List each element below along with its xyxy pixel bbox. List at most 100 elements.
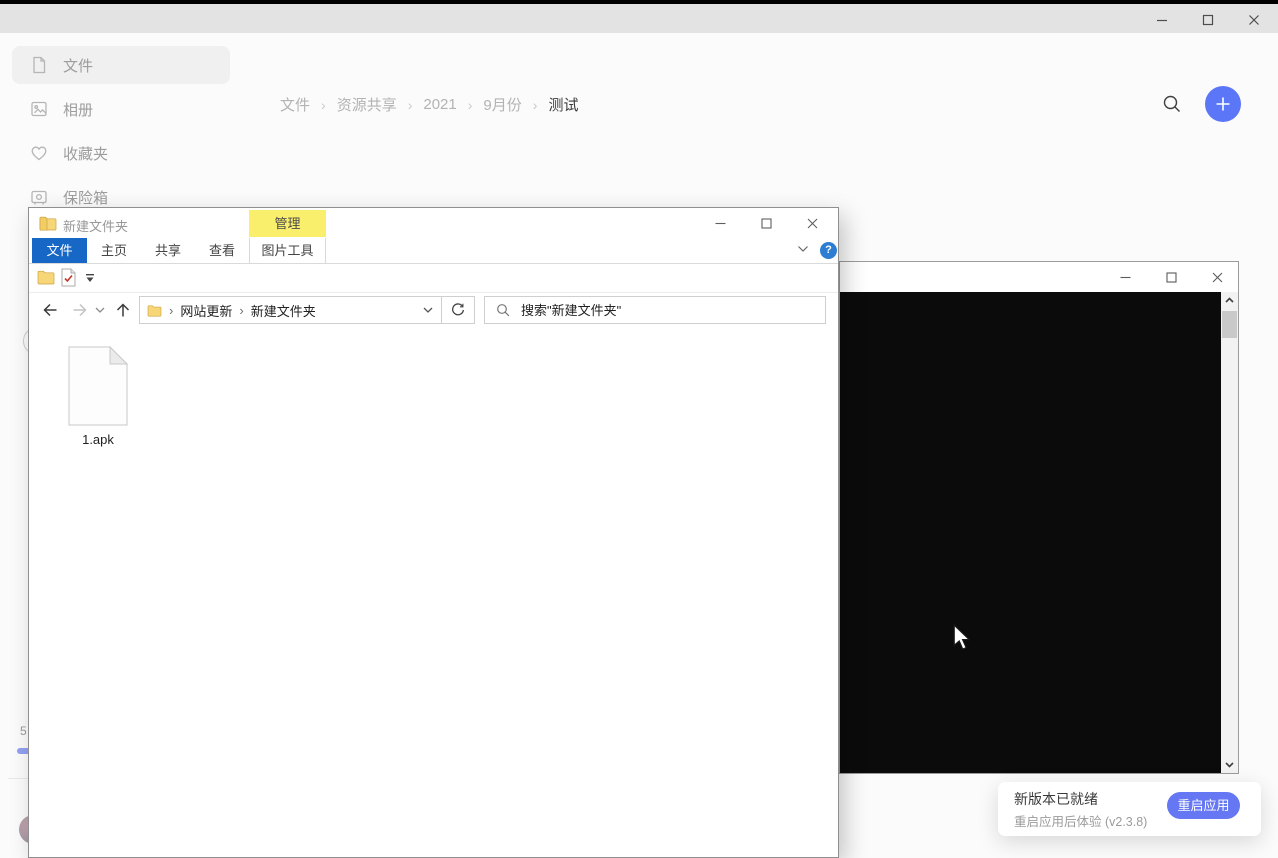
explorer-search-box[interactable] — [484, 296, 826, 324]
breadcrumb: 文件 › 资源共享 › 2021 › 9月份 › 测试 — [280, 94, 578, 115]
tab-view[interactable]: 查看 — [195, 238, 249, 263]
qat-customize-button[interactable] — [85, 274, 95, 283]
breadcrumb-separator: › — [408, 97, 413, 113]
address-separator: › — [169, 303, 173, 318]
tab-file[interactable]: 文件 — [32, 238, 87, 263]
minimize-icon — [1156, 14, 1168, 26]
up-icon — [115, 302, 131, 318]
forward-button[interactable] — [72, 302, 88, 318]
maximize-icon — [761, 218, 772, 229]
breadcrumb-item[interactable]: 9月份 — [483, 94, 521, 115]
file-name: 1.apk — [82, 432, 114, 447]
folder-icon — [37, 269, 55, 285]
help-button[interactable]: ? — [820, 242, 837, 259]
maximize-icon — [1202, 14, 1214, 26]
recent-locations-button[interactable] — [95, 307, 111, 323]
explorer-window-title: 新建文件夹 — [63, 216, 128, 235]
back-button[interactable] — [42, 302, 58, 318]
update-toast: 新版本已就绪 重启应用后体验 (v2.3.8) 重启应用 — [998, 782, 1261, 836]
sidebar-item-favorites[interactable]: 收藏夹 — [12, 134, 230, 172]
document-check-icon — [61, 268, 76, 287]
app-minimize-button[interactable] — [1152, 12, 1172, 28]
mouse-cursor — [953, 624, 973, 652]
maximize-icon — [1166, 272, 1177, 283]
address-crumb[interactable]: 新建文件夹 — [251, 301, 316, 320]
address-bar[interactable]: › 网站更新 › 新建文件夹 — [139, 296, 442, 324]
sidebar-item-label: 文件 — [63, 55, 93, 76]
explorer-content[interactable]: 1.apk — [29, 328, 838, 857]
refresh-button[interactable] — [441, 296, 475, 324]
sidebar-item-label: 保险箱 — [63, 187, 108, 208]
explorer-search-input[interactable] — [519, 302, 783, 319]
refresh-icon — [451, 303, 465, 317]
address-bar-row: › 网站更新 › 新建文件夹 — [29, 293, 838, 328]
toast-title: 新版本已就绪 — [1014, 789, 1098, 809]
search-icon — [496, 303, 510, 317]
player-window — [839, 261, 1239, 774]
file-icon — [29, 55, 49, 75]
customize-arrow-icon — [85, 274, 95, 283]
restart-app-button[interactable]: 重启应用 — [1167, 792, 1240, 819]
player-close-button[interactable] — [1209, 269, 1225, 285]
scroll-up-button[interactable] — [1221, 292, 1238, 308]
player-maximize-button[interactable] — [1163, 269, 1179, 285]
breadcrumb-separator: › — [468, 97, 473, 113]
add-button[interactable] — [1205, 86, 1241, 122]
explorer-window: 新建文件夹 管理 文件 主页 共享 查看 图片工具 — [28, 207, 839, 858]
toast-subtitle: 重启应用后体验 (v2.3.8) — [1014, 811, 1147, 830]
qat-folder-button[interactable] — [37, 269, 55, 285]
folder-icon — [39, 215, 57, 231]
sidebar-item-label: 收藏夹 — [63, 143, 108, 164]
qat-properties-button[interactable] — [61, 268, 76, 287]
explorer-close-button[interactable] — [803, 214, 821, 232]
scroll-down-button[interactable] — [1221, 757, 1238, 773]
breadcrumb-item[interactable]: 文件 — [280, 94, 310, 115]
up-button[interactable] — [115, 302, 131, 318]
address-dropdown-button[interactable] — [423, 307, 433, 314]
player-minimize-button[interactable] — [1117, 269, 1133, 285]
plus-icon — [1215, 96, 1231, 112]
search-icon — [1161, 93, 1183, 115]
address-crumb[interactable]: 网站更新 — [180, 301, 232, 320]
heart-icon — [29, 143, 49, 163]
breadcrumb-item[interactable]: 2021 — [423, 96, 456, 113]
app-maximize-button[interactable] — [1198, 12, 1218, 28]
explorer-titlebar[interactable]: 新建文件夹 管理 — [29, 208, 838, 238]
desktop: 文件 相册 收藏夹 保险箱 5 文件 › 资源共享 › 2021 › 9月份 ›… — [0, 0, 1278, 858]
tab-home[interactable]: 主页 — [87, 238, 141, 263]
folder-icon — [147, 304, 162, 317]
player-viewport[interactable] — [840, 292, 1221, 773]
minimize-icon — [1120, 272, 1131, 283]
chevron-up-icon — [1225, 297, 1234, 303]
ribbon-expand-button[interactable] — [797, 245, 809, 253]
quick-access-toolbar — [29, 264, 838, 293]
back-icon — [42, 302, 58, 318]
photo-icon — [29, 99, 49, 119]
tab-picture-tools[interactable]: 图片工具 — [249, 238, 326, 263]
address-separator: › — [239, 303, 243, 318]
sidebar-item-files[interactable]: 文件 — [12, 46, 230, 84]
breadcrumb-item[interactable]: 资源共享 — [337, 94, 397, 115]
sidebar-item-albums[interactable]: 相册 — [12, 90, 230, 128]
forward-icon — [72, 302, 88, 318]
scrollbar[interactable] — [1221, 292, 1238, 773]
app-close-button[interactable] — [1244, 12, 1264, 28]
player-titlebar[interactable] — [840, 262, 1238, 292]
ribbon-tab-row: 文件 主页 共享 查看 图片工具 ? — [29, 238, 838, 264]
sidebar-item-label: 相册 — [63, 99, 93, 120]
close-icon — [1248, 14, 1260, 26]
safe-icon — [29, 187, 49, 207]
scrollbar-thumb[interactable] — [1222, 311, 1237, 338]
breadcrumb-current[interactable]: 测试 — [548, 94, 578, 115]
contextual-tab-header[interactable]: 管理 — [249, 210, 326, 237]
storage-text-fragment: 5 — [20, 724, 27, 738]
breadcrumb-separator: › — [533, 97, 538, 113]
search-button[interactable] — [1158, 90, 1186, 118]
close-icon — [807, 218, 818, 229]
explorer-minimize-button[interactable] — [711, 214, 729, 232]
breadcrumb-separator: › — [321, 97, 326, 113]
explorer-maximize-button[interactable] — [757, 214, 775, 232]
tab-share[interactable]: 共享 — [141, 238, 195, 263]
close-icon — [1212, 272, 1223, 283]
file-item-1apk[interactable]: 1.apk — [48, 346, 148, 464]
